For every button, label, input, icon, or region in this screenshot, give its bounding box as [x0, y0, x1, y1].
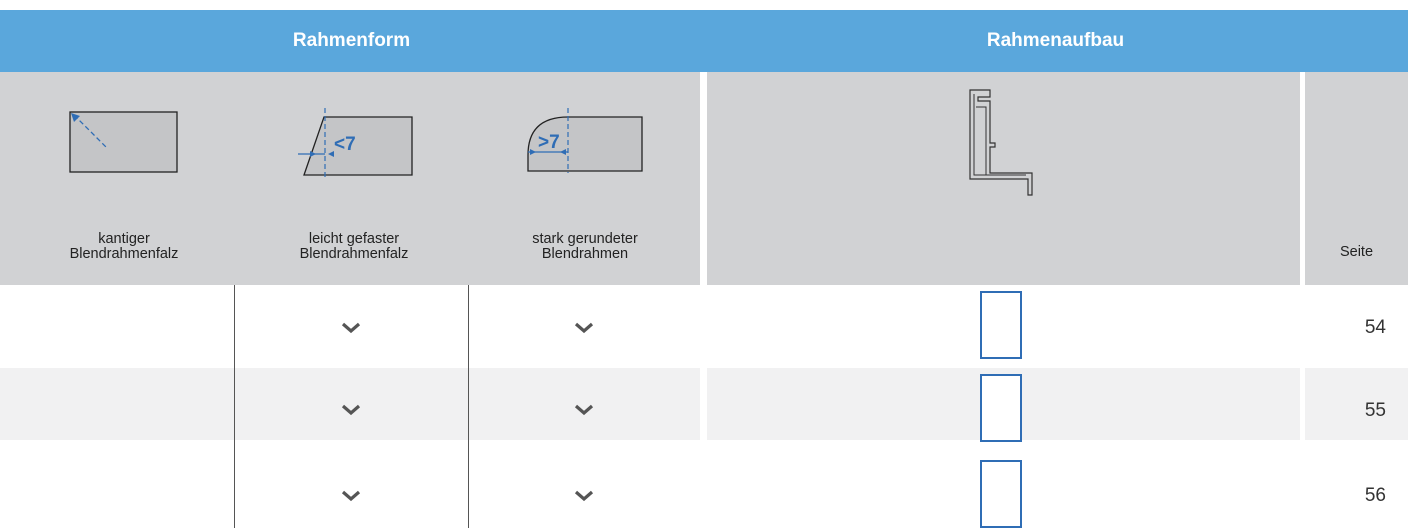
rectangle-outline-icon — [980, 291, 1022, 359]
rectangle-outline-icon — [980, 460, 1022, 528]
header-rahmenaufbau: Rahmenaufbau — [703, 10, 1408, 72]
row-band — [1305, 368, 1408, 440]
rectangle-outline-icon — [980, 374, 1022, 442]
column-divider — [468, 285, 469, 528]
check-icon — [574, 404, 594, 416]
gefast-shape-icon: <7 — [298, 108, 413, 178]
frame-profile-icon — [969, 89, 1033, 196]
lt7-label: <7 — [334, 134, 356, 155]
column-divider — [234, 285, 235, 528]
label-gefast: leicht gefaster Blendrahmenfalz — [299, 231, 409, 262]
kantig-shape-icon — [69, 111, 178, 173]
label-kantig: kantiger Blendrahmenfalz — [69, 231, 179, 262]
header-rahmenform: Rahmenform — [0, 10, 703, 72]
check-icon — [574, 490, 594, 502]
label-seite: Seite — [1339, 244, 1374, 260]
check-icon — [341, 404, 361, 416]
check-icon — [574, 322, 594, 334]
page-number: 55 — [1364, 400, 1386, 421]
page-number: 56 — [1364, 485, 1386, 506]
check-icon — [341, 322, 361, 334]
gerundet-shape-icon: >7 — [527, 108, 643, 173]
label-gerundet: stark gerundeter Blendrahmen — [532, 231, 638, 262]
page-number: 54 — [1364, 317, 1386, 338]
gt7-label: >7 — [538, 132, 560, 153]
check-icon — [341, 490, 361, 502]
